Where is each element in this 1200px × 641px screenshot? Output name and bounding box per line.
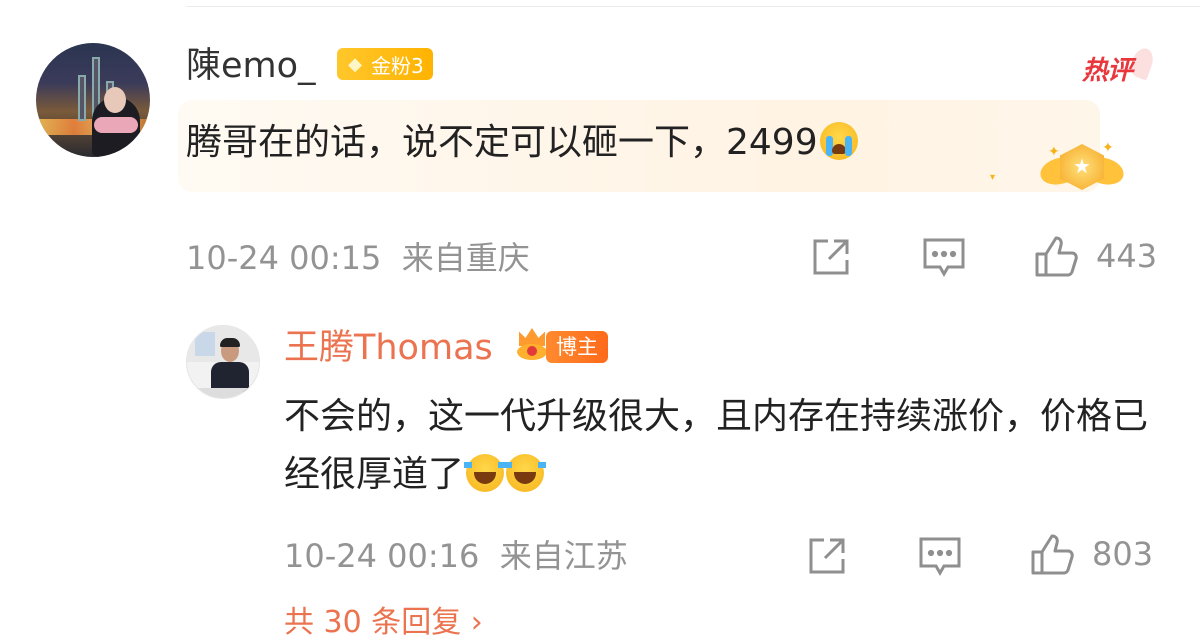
reply-button[interactable]	[922, 236, 966, 278]
like-button[interactable]: 443	[1034, 234, 1157, 278]
diamond-icon: ◆	[348, 53, 362, 75]
thumbs-up-icon	[1030, 532, 1078, 576]
comment-text-row: 腾哥在的话，说不定可以砸一下，2499	[186, 118, 858, 168]
reply-like-count: 803	[1092, 535, 1154, 573]
comment-meta: 10-24 00:15 来自重庆	[186, 238, 530, 278]
fan-level-badge[interactable]: ◆ 金粉3	[337, 48, 433, 80]
comment-location: 来自重庆	[401, 239, 530, 277]
thumbs-up-icon	[1034, 234, 1082, 278]
comment-timestamp: 10-24 00:15	[186, 239, 382, 277]
reply-text: 不会的，这一代升级很大，且内存在持续涨价，价格已经很厚道了	[284, 396, 1149, 495]
reply-comment-button[interactable]	[918, 535, 962, 577]
share-button[interactable]	[810, 236, 852, 278]
reply-avatar[interactable]	[186, 325, 260, 399]
laughing-crying-emoji-icon	[464, 454, 507, 492]
laughing-crying-emoji-icon	[504, 454, 547, 492]
crown-icon	[515, 326, 549, 362]
share-icon	[806, 535, 848, 577]
reply-share-button[interactable]	[806, 535, 848, 577]
reply-like-button[interactable]: 803	[1030, 532, 1153, 576]
share-icon	[810, 236, 852, 278]
like-count: 443	[1096, 237, 1158, 275]
blogger-badge: 博主	[546, 331, 608, 363]
reply-location: 来自江苏	[499, 537, 628, 575]
fan-level-label: 金粉3	[371, 53, 424, 78]
top-divider	[186, 6, 1200, 7]
reply-meta: 10-24 00:16 来自江苏	[284, 536, 628, 576]
comment-text: 腾哥在的话，说不定可以砸一下，2499	[186, 122, 818, 163]
more-replies-link[interactable]: 共 30 条回复 ›	[284, 605, 483, 641]
reply-text-row: 不会的，这一代升级很大，且内存在持续涨价，价格已经很厚道了	[284, 388, 1164, 504]
crying-emoji-icon	[819, 122, 858, 160]
comment-icon	[918, 535, 962, 577]
comment-username[interactable]: 陳emo_	[186, 44, 316, 88]
comment-icon	[922, 236, 966, 278]
hot-comment-label: 热评	[1082, 56, 1133, 86]
reply-timestamp: 10-24 00:16	[284, 537, 480, 575]
hot-comment-badge: 热评	[1082, 45, 1157, 88]
reply-username[interactable]: 王腾Thomas	[284, 326, 493, 370]
avatar[interactable]	[36, 43, 150, 157]
